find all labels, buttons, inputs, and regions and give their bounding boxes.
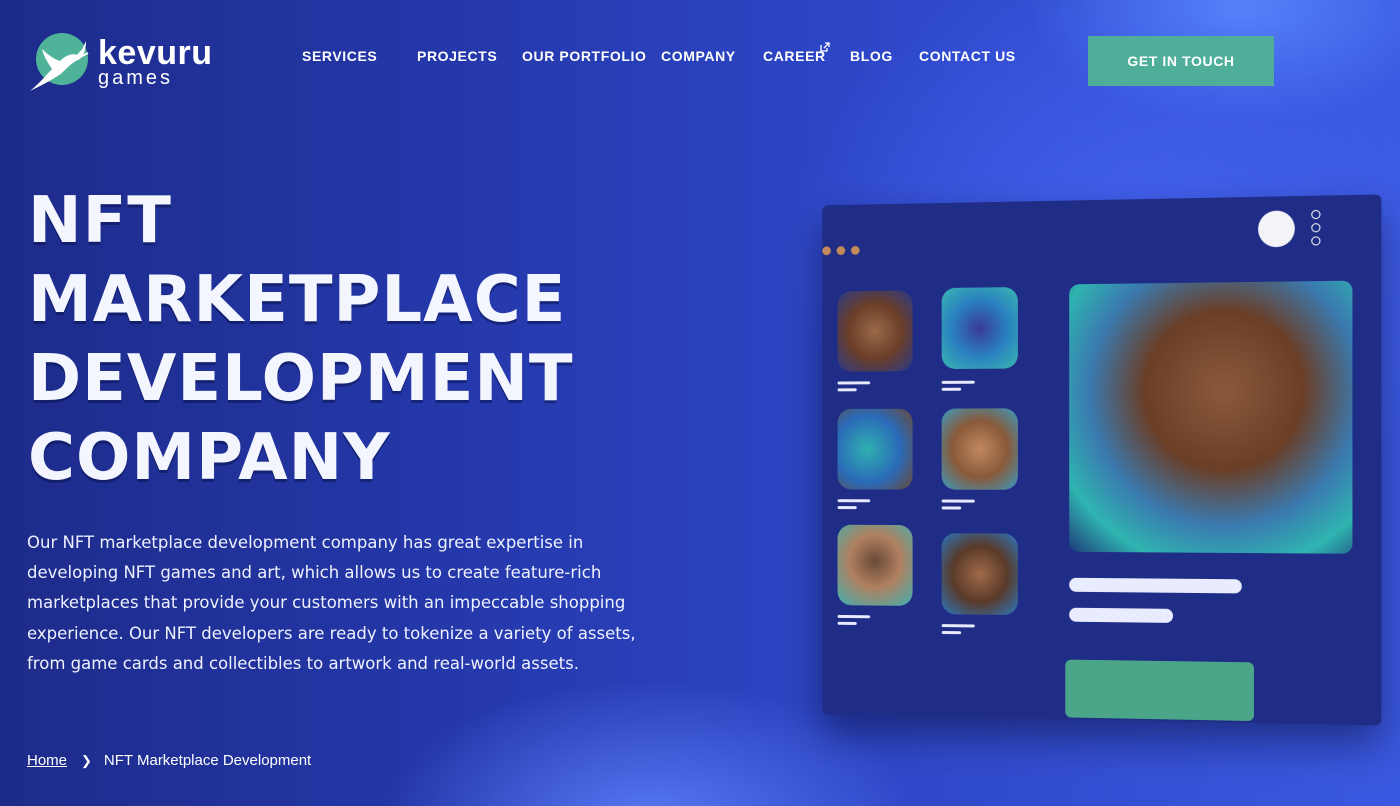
thumbnail-caption-line [838, 499, 871, 502]
thumbnail-caption-line [838, 622, 857, 625]
nft-thumbnail [942, 287, 1018, 369]
more-options-icon [1311, 210, 1321, 251]
featured-nft-artwork [1069, 281, 1352, 554]
thumbnail-caption-line [838, 506, 857, 509]
external-link-icon [820, 42, 830, 52]
hero-description: Our NFT marketplace development company … [27, 528, 677, 679]
thumbnail-caption-line [942, 500, 975, 503]
avatar [1258, 210, 1295, 247]
nav-projects[interactable]: PROJECTS [417, 48, 497, 64]
thumbnail-caption-line [942, 631, 961, 634]
nav-our-portfolio[interactable]: OUR PORTFOLIO [522, 48, 646, 64]
nft-thumbnail [838, 525, 913, 606]
thumbnail-caption-line [942, 624, 975, 627]
brand-logo[interactable]: kevuru games [26, 28, 226, 96]
featured-subtitle-bar [1069, 608, 1173, 623]
nav-career[interactable]: CAREER [763, 48, 826, 64]
title-line-3: DEVELOPMENT [28, 340, 574, 419]
nft-thumbnail [942, 533, 1018, 615]
title-line-1: NFT [28, 182, 574, 261]
breadcrumb-current: NFT Marketplace Development [104, 752, 311, 769]
thumbnail-caption-line [838, 615, 871, 618]
thumbnail-caption-line [942, 381, 975, 384]
nft-thumbnail [838, 409, 913, 490]
page-title: NFT MARKETPLACE DEVELOPMENT COMPANY [28, 182, 574, 498]
thumbnail-caption-line [838, 381, 871, 384]
thumbnail-caption-line [942, 506, 961, 509]
breadcrumb: Home ❯ NFT Marketplace Development [27, 752, 311, 769]
thumbnail-caption-line [942, 388, 961, 391]
nav-services[interactable]: SERVICES [302, 48, 377, 64]
thumbnail-caption-line [838, 388, 857, 391]
brand-name: kevuru [98, 36, 213, 70]
title-line-2: MARKETPLACE [28, 261, 574, 340]
featured-title-bar [1069, 578, 1242, 594]
nav-contact-us[interactable]: CONTACT US [919, 48, 1016, 64]
title-line-4: COMPANY [28, 419, 574, 498]
nft-thumbnail [942, 408, 1018, 490]
nav-blog[interactable]: BLOG [850, 48, 893, 64]
nav-company[interactable]: COMPANY [661, 48, 736, 64]
buy-button [1065, 660, 1254, 722]
window-dots-icon [822, 246, 859, 255]
chevron-right-icon: ❯ [81, 753, 92, 769]
nft-thumbnail [838, 290, 913, 371]
get-in-touch-button[interactable]: GET IN TOUCH [1088, 36, 1274, 86]
breadcrumb-home[interactable]: Home [27, 752, 67, 769]
deer-logo-icon [26, 29, 92, 95]
marketplace-illustration [822, 194, 1381, 725]
